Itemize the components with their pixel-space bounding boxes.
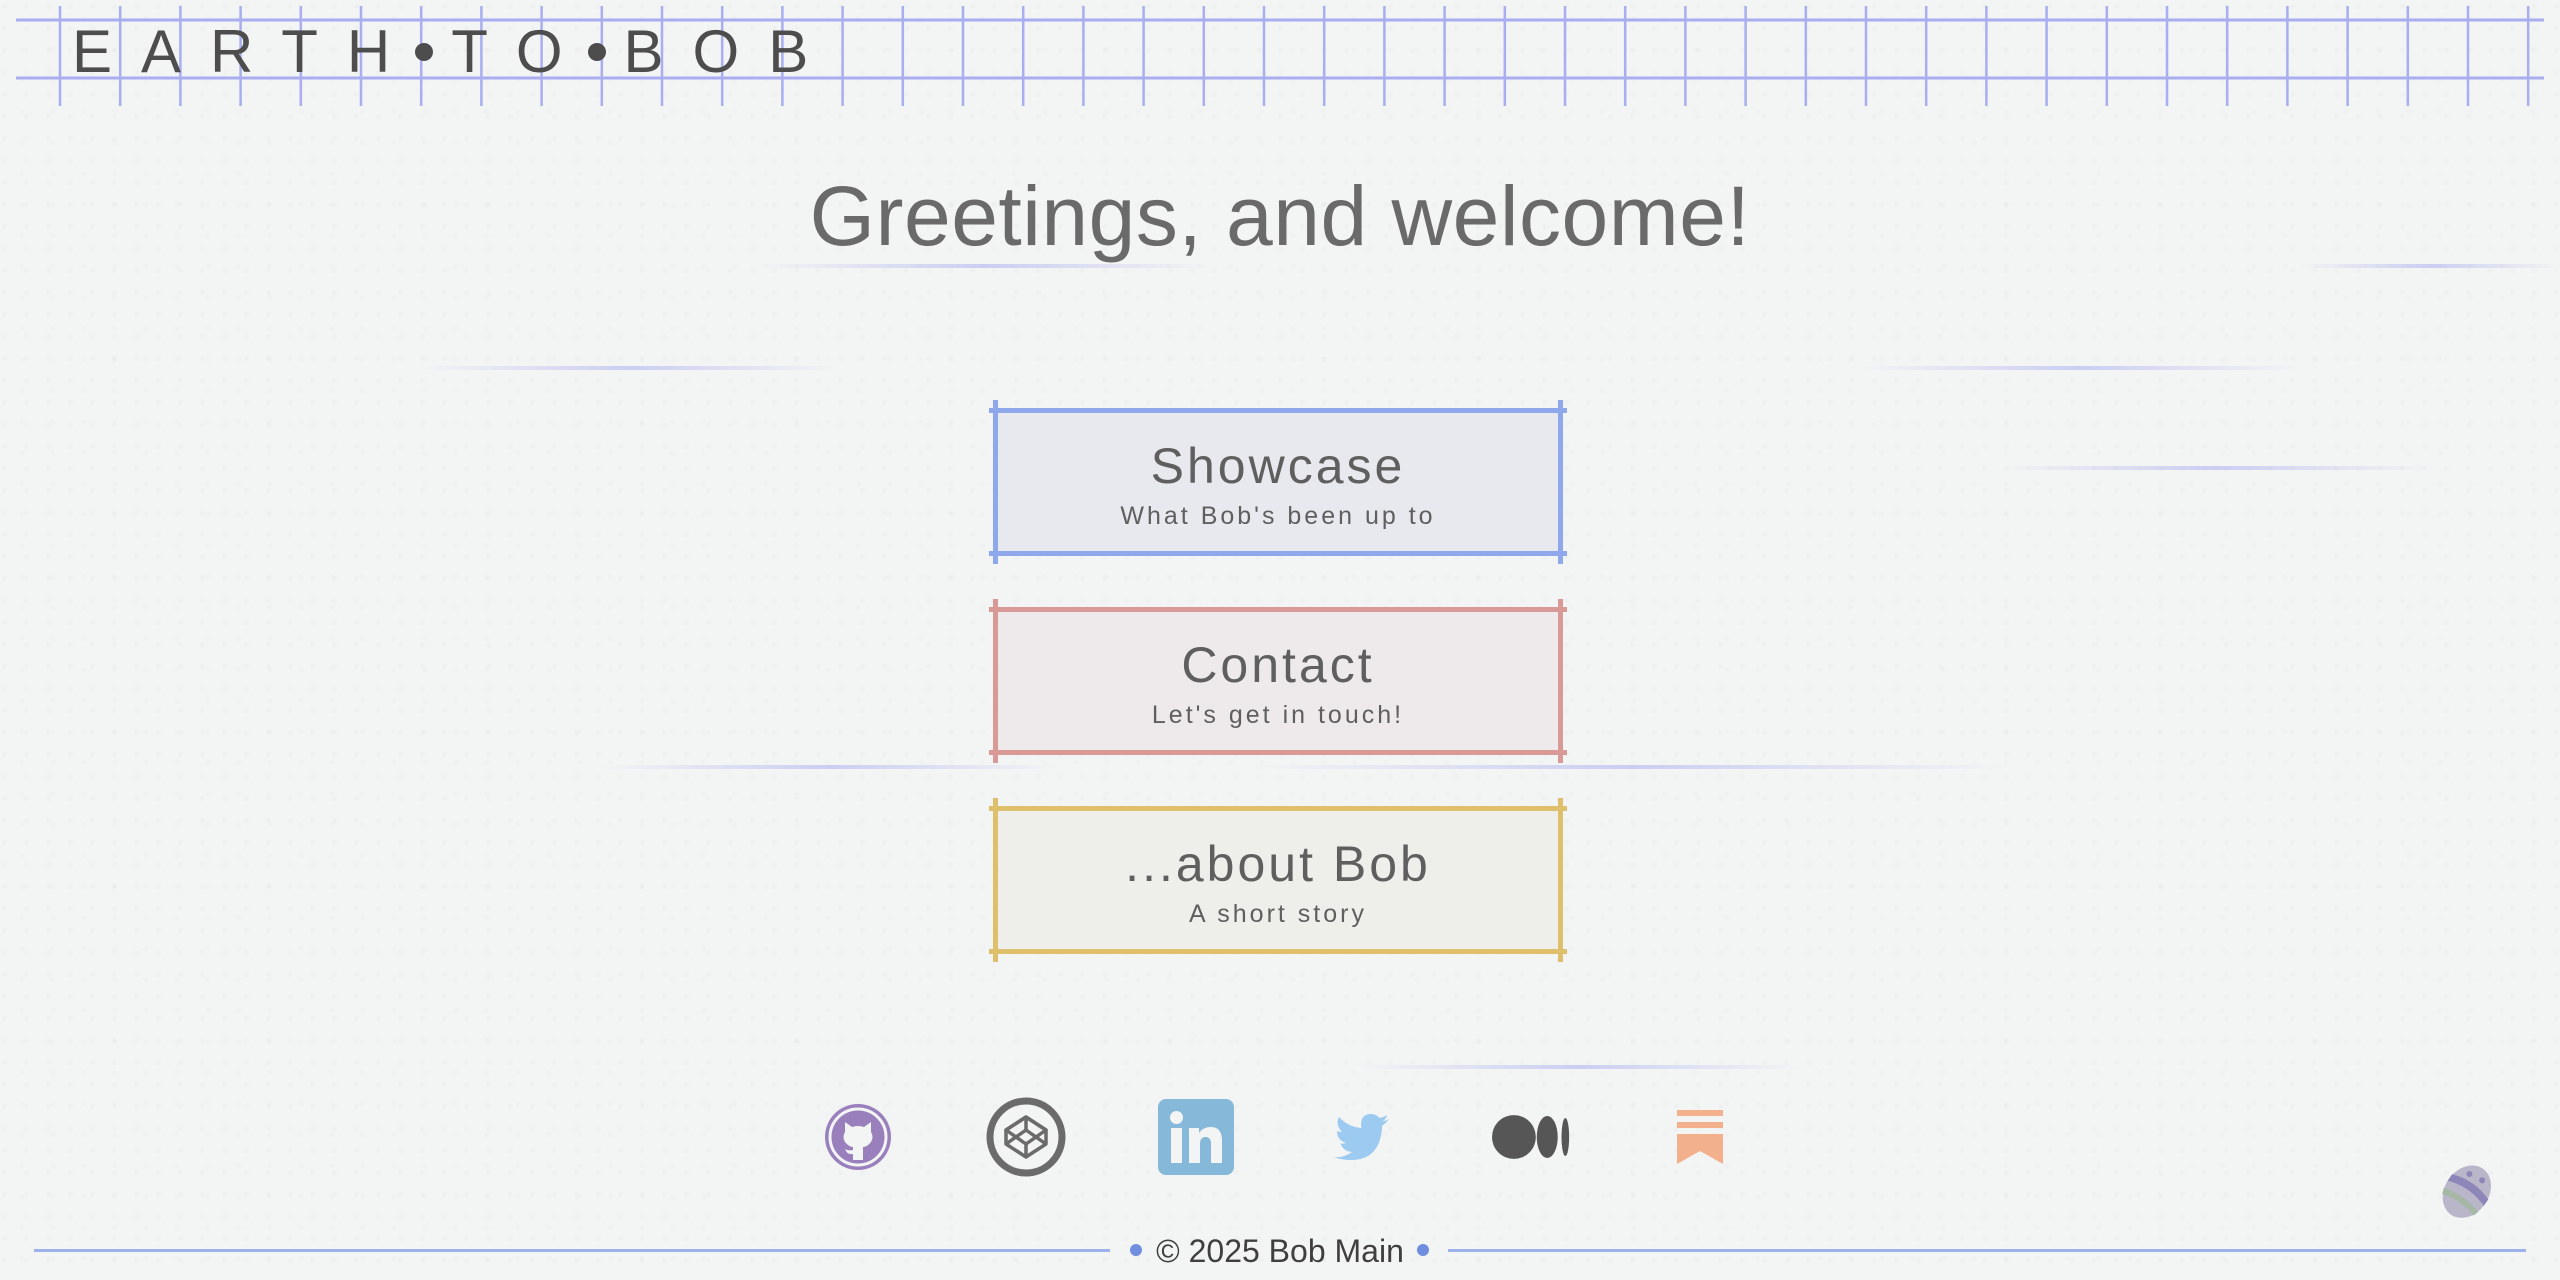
about-button-label: ...about Bob — [1125, 836, 1431, 892]
logo-word-to: TO — [451, 18, 592, 85]
easter-egg-icon[interactable] — [2436, 1158, 2500, 1222]
about-button-subtitle: A short story — [1189, 900, 1367, 928]
decorative-streak — [1250, 765, 2010, 769]
button-border — [989, 551, 1567, 556]
substack-icon — [1677, 1110, 1723, 1164]
twitter-link[interactable] — [1322, 1097, 1402, 1177]
logo-word-bob: BOB — [623, 18, 838, 85]
about-button[interactable]: ...about Bob A short story — [989, 798, 1567, 962]
page: EARTH TO BOB Greetings, and welcome! Showc… — [0, 0, 2560, 1280]
medium-icon — [1492, 1115, 1570, 1159]
contact-button-subtitle: Let's get in touch! — [1151, 701, 1405, 729]
footer: © 2025 Bob Main — [0, 1232, 2560, 1269]
showcase-button-label: Showcase — [1150, 438, 1406, 494]
twitter-icon — [1334, 1114, 1389, 1160]
codepen-icon — [986, 1097, 1066, 1177]
logo-dot — [587, 43, 606, 62]
decorative-streak — [420, 366, 840, 370]
page-title: Greetings, and welcome! — [809, 169, 1751, 263]
button-border — [989, 750, 1567, 755]
header: EARTH TO BOB — [0, 0, 2560, 110]
footer-line-right — [1448, 1249, 2526, 1252]
github-icon — [825, 1104, 891, 1170]
linkedin-link[interactable] — [1156, 1097, 1236, 1177]
logo-word-earth: EARTH — [72, 18, 420, 85]
github-link[interactable] — [818, 1097, 898, 1177]
decorative-streak — [2000, 466, 2430, 470]
site-logo[interactable]: EARTH TO BOB — [72, 14, 837, 90]
button-border — [989, 949, 1567, 954]
substack-link[interactable] — [1660, 1097, 1740, 1177]
linkedin-icon — [1158, 1099, 1234, 1175]
egg-icon — [2442, 1165, 2491, 1218]
contact-button[interactable]: Contact Let's get in touch! — [989, 599, 1567, 763]
contact-button-label: Contact — [1181, 637, 1375, 693]
decorative-streak — [1360, 1065, 1800, 1069]
logo-dot — [415, 43, 434, 62]
showcase-button[interactable]: Showcase What Bob's been up to — [989, 400, 1567, 564]
footer-dot-right — [1417, 1244, 1429, 1256]
decorative-streak — [600, 765, 1060, 769]
showcase-button-subtitle: What Bob's been up to — [1120, 502, 1436, 530]
medium-link[interactable] — [1492, 1097, 1572, 1177]
decorative-streak — [1860, 366, 2300, 370]
codepen-link[interactable] — [986, 1097, 1066, 1177]
